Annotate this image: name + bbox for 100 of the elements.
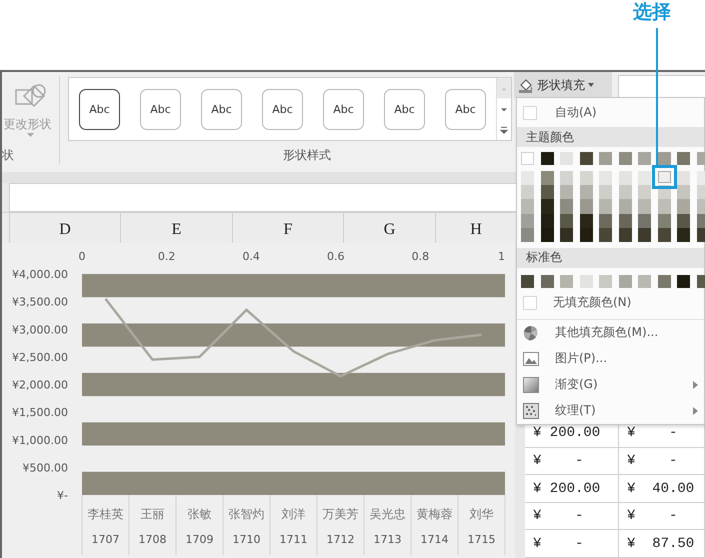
color-swatch[interactable]	[540, 171, 554, 186]
color-swatch[interactable]	[618, 274, 632, 288]
menu-label: 渐变(G)	[555, 376, 599, 394]
menu-label: 其他填充颜色(M)...	[555, 324, 660, 342]
category-label: 张智灼	[228, 507, 264, 521]
color-swatch[interactable]	[521, 274, 534, 288]
color-swatch[interactable]	[540, 185, 554, 200]
shape-style-option[interactable]: Abc	[384, 88, 425, 130]
color-swatch[interactable]	[599, 171, 612, 186]
shape-style-option[interactable]: Abc	[201, 88, 242, 130]
color-swatch[interactable]	[638, 199, 651, 214]
color-swatch[interactable]	[521, 214, 534, 228]
color-swatch[interactable]	[540, 214, 554, 228]
texture-icon	[523, 402, 539, 419]
color-swatch[interactable]	[599, 214, 612, 228]
color-swatch[interactable]	[599, 152, 612, 165]
axis-tick-label: 1	[498, 250, 505, 263]
color-swatch[interactable]	[560, 152, 573, 165]
menu-item[interactable]: 自动(A)	[517, 98, 704, 127]
color-swatch[interactable]	[599, 185, 612, 200]
color-swatch[interactable]	[638, 214, 651, 228]
color-swatch[interactable]	[540, 152, 554, 165]
color-swatch[interactable]	[560, 199, 573, 214]
color-swatch[interactable]	[658, 214, 670, 228]
axis-tick-label: ¥1,500.00	[12, 406, 68, 420]
category-label: 1714	[420, 533, 448, 546]
color-swatch[interactable]	[618, 185, 632, 200]
color-swatch[interactable]	[618, 228, 632, 242]
color-swatch[interactable]	[599, 228, 612, 242]
axis-tick-label: ¥1,000.00	[12, 434, 68, 447]
color-swatch[interactable]	[521, 228, 534, 242]
paint-bucket-icon	[518, 77, 534, 93]
color-swatch[interactable]	[638, 152, 651, 165]
axis-tick-label: ¥3,500.00	[12, 296, 68, 309]
callout-label: 选择	[633, 0, 671, 25]
color-swatch[interactable]	[677, 214, 690, 228]
color-swatch[interactable]	[677, 199, 690, 214]
color-swatch[interactable]	[618, 171, 632, 186]
menu-item[interactable]: 无填充颜色(N)	[517, 290, 704, 316]
color-swatch[interactable]	[580, 199, 592, 214]
color-swatch[interactable]	[521, 185, 534, 200]
color-swatch[interactable]	[560, 171, 573, 186]
color-swatch[interactable]	[677, 152, 690, 165]
color-swatch[interactable]	[540, 274, 554, 288]
shape-fill-button[interactable]: 形状填充	[514, 72, 612, 98]
axis-tick-label: 0.8	[412, 250, 430, 263]
color-swatch[interactable]	[580, 171, 592, 186]
color-swatch[interactable]	[658, 152, 670, 165]
section-header: 标准色	[517, 248, 704, 268]
color-swatch[interactable]	[580, 274, 592, 288]
shape-style-option[interactable]: Abc	[262, 88, 303, 130]
image-icon	[523, 352, 539, 366]
menu-item[interactable]: 渐变(G)	[517, 372, 704, 398]
color-swatch[interactable]	[677, 185, 690, 200]
color-swatch[interactable]	[540, 228, 554, 242]
color-swatch[interactable]	[521, 171, 534, 186]
color-swatch[interactable]	[599, 199, 612, 214]
table-cell: ¥ -	[525, 448, 619, 476]
color-swatch[interactable]	[521, 199, 534, 214]
table-cell: ¥ 87.50	[619, 530, 705, 558]
menu-label: 自动(A)	[555, 104, 597, 121]
shape-style-option[interactable]: Abc	[323, 88, 364, 130]
color-swatch[interactable]	[560, 228, 573, 242]
color-swatch[interactable]	[560, 185, 573, 200]
color-swatch[interactable]	[560, 274, 573, 288]
swatch-icon	[523, 296, 537, 310]
color-swatch[interactable]	[540, 199, 554, 214]
shape-style-option[interactable]: Abc	[140, 88, 181, 130]
gradient-icon	[523, 376, 539, 393]
menu-item[interactable]: 其他填充颜色(M)...	[517, 320, 704, 346]
menu-label: 纹理(T)	[555, 402, 597, 420]
color-swatch[interactable]	[677, 228, 690, 242]
color-swatch[interactable]	[658, 228, 670, 242]
color-swatch[interactable]	[521, 152, 534, 165]
shape-style-option[interactable]: Abc	[445, 88, 486, 130]
color-swatch[interactable]	[638, 228, 651, 242]
axis-tick-label: 0.6	[327, 250, 345, 263]
color-swatch[interactable]	[580, 214, 592, 228]
color-swatch[interactable]	[677, 274, 690, 288]
section-header: 主题颜色	[517, 127, 704, 147]
color-swatch[interactable]	[618, 199, 632, 214]
color-swatch[interactable]	[658, 274, 670, 288]
menu-item[interactable]: 图片(P)...	[517, 346, 704, 372]
color-swatch[interactable]	[580, 185, 592, 200]
color-swatch[interactable]	[638, 274, 651, 288]
color-swatch[interactable]	[638, 185, 651, 200]
color-swatch[interactable]	[560, 214, 573, 228]
shape-style-option[interactable]: Abc	[79, 88, 120, 130]
color-swatch[interactable]	[658, 199, 670, 214]
color-swatch[interactable]	[618, 214, 632, 228]
color-swatch[interactable]	[638, 171, 651, 186]
color-swatch[interactable]	[599, 274, 612, 288]
color-swatch[interactable]	[580, 228, 592, 242]
table-cell: ¥ -	[619, 448, 705, 476]
category-label: 吴光忠	[370, 507, 406, 521]
color-swatch[interactable]	[677, 171, 690, 186]
color-swatch[interactable]	[580, 152, 592, 165]
axis-tick-label: 0.2	[158, 250, 176, 263]
color-swatch[interactable]	[618, 152, 632, 165]
menu-label: 无填充颜色(N)	[553, 294, 632, 312]
